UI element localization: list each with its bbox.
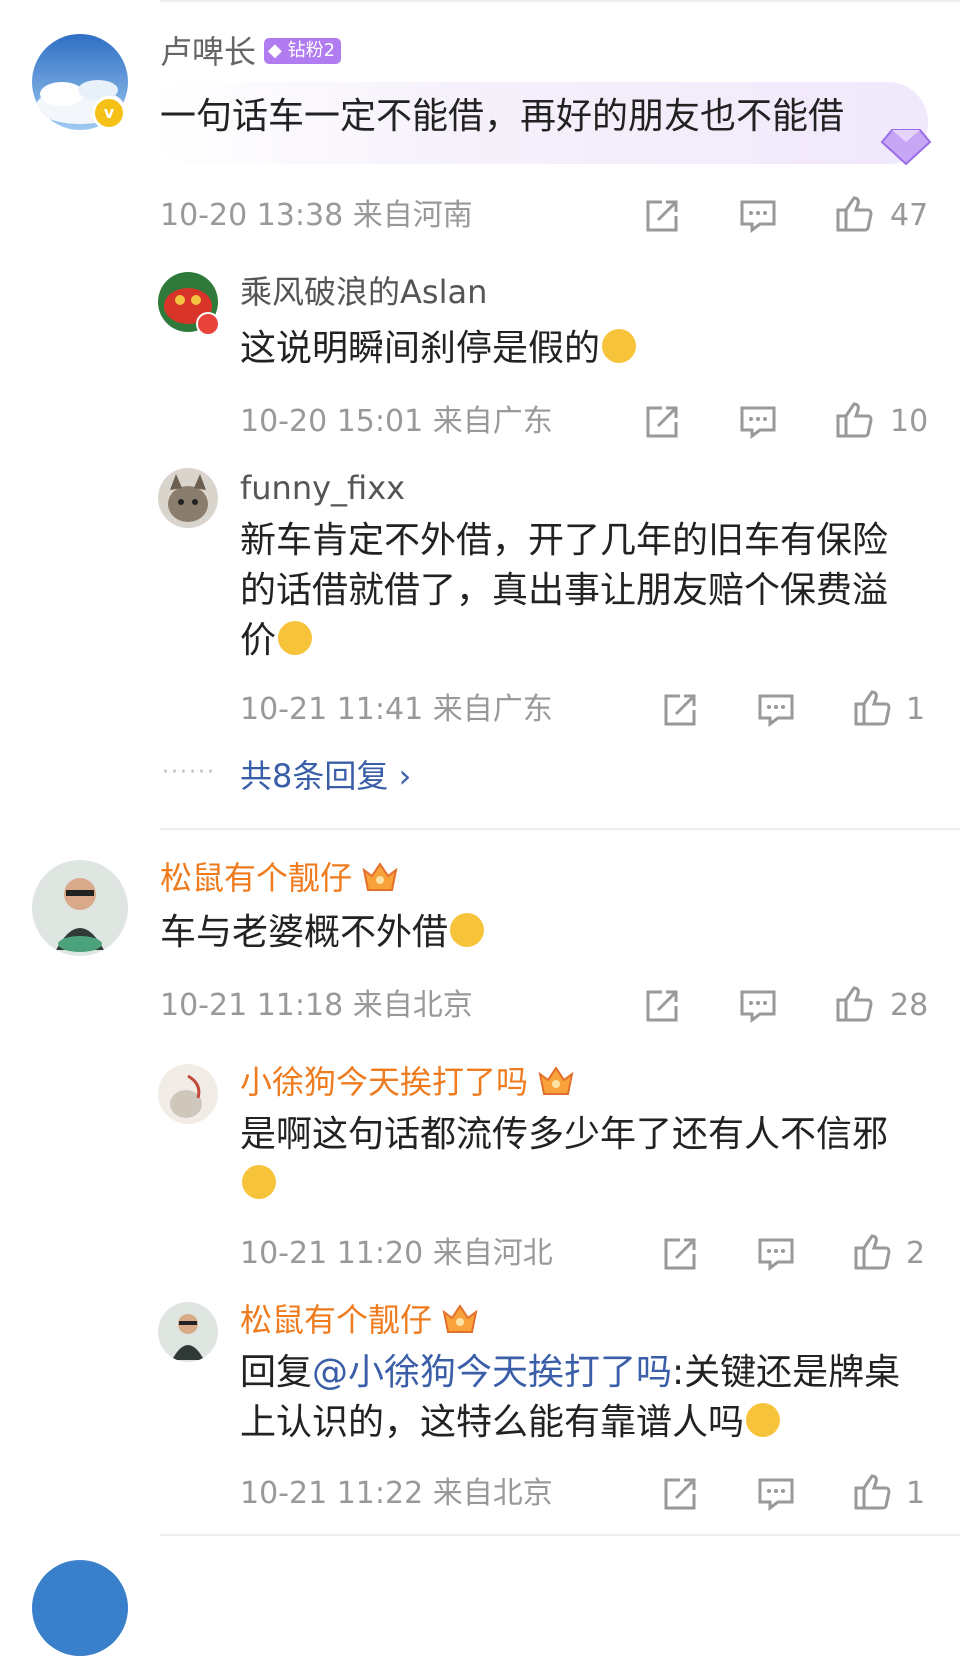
comment-icon[interactable] [756, 690, 796, 730]
reply-text: 是啊这句话都流传多少年了还有人不信邪 [240, 1110, 900, 1210]
view-more-replies-link[interactable]: 共8条回复 › [240, 756, 411, 796]
crown-badge-icon [442, 1304, 478, 1333]
share-icon[interactable] [642, 986, 682, 1026]
shocked-emoji-icon [450, 913, 485, 947]
comment-time-location: 10-21 11:18 来自北京 [160, 988, 473, 1023]
like-count: 2 [906, 1236, 926, 1271]
avatar[interactable] [158, 1302, 218, 1362]
like-count: 1 [906, 1476, 926, 1511]
username-text[interactable]: 小徐狗今天挨打了吗 [240, 1063, 528, 1101]
comment-icon[interactable] [738, 986, 778, 1026]
share-icon[interactable] [660, 690, 700, 730]
like-icon[interactable] [834, 984, 874, 1024]
like-icon[interactable] [852, 688, 892, 728]
comment-icon[interactable] [738, 402, 778, 442]
more-replies-dots: ······ [162, 760, 216, 785]
reply-text: 这说明瞬间刹停是假的 [240, 324, 920, 374]
like-icon[interactable] [852, 1232, 892, 1272]
comment-text: 一句话车一定不能借，再好的朋友也不能借 [160, 96, 845, 137]
comment-icon[interactable] [756, 1474, 796, 1514]
comment-username[interactable]: 卢啤长 ◆ 钻粉2 [160, 32, 342, 72]
cartoon-man-avatar-icon [158, 1302, 218, 1362]
comment-username[interactable]: 松鼠有个靓仔 [160, 858, 398, 898]
like-count: 1 [906, 692, 926, 727]
comment-text: 车与老婆概不外借 [160, 908, 920, 958]
share-icon[interactable] [642, 196, 682, 236]
comment-time-location: 10-20 13:38 来自河南 [160, 198, 473, 233]
crown-badge-icon [362, 862, 398, 891]
share-icon[interactable] [642, 402, 682, 442]
like-icon[interactable] [852, 1472, 892, 1512]
like-count: 10 [890, 404, 929, 439]
comment-icon[interactable] [738, 196, 778, 236]
username-text[interactable]: 卢啤长 [160, 33, 256, 71]
username-text[interactable]: 松鼠有个靓仔 [160, 859, 352, 897]
comment-divider [160, 828, 960, 830]
like-count: 47 [890, 198, 929, 233]
reply-username[interactable]: 松鼠有个靓仔 [240, 1300, 478, 1340]
avatar[interactable] [158, 1064, 218, 1124]
reply-time-location: 10-21 11:22 来自北京 [240, 1476, 553, 1511]
share-icon[interactable] [660, 1474, 700, 1514]
reply-time-location: 10-21 11:41 来自广东 [240, 692, 553, 727]
fan-level-badge: ◆ 钻粉2 [264, 38, 342, 64]
reply-text: 新车肯定不外借，开了几年的旧车有保险的话借就借了，真出事让朋友赔个保费溢价 [240, 520, 889, 661]
avatar[interactable] [158, 468, 218, 528]
smirk-emoji-icon [602, 329, 637, 363]
official-badge-icon [196, 312, 220, 336]
top-divider [160, 0, 960, 2]
bottom-divider [160, 1534, 960, 1536]
doge-emoji-icon [242, 1165, 276, 1199]
like-icon[interactable] [834, 400, 874, 440]
reply-time-location: 10-21 11:20 来自河北 [240, 1236, 553, 1271]
shocked-emoji-icon [746, 1403, 781, 1437]
comment-icon[interactable] [756, 1234, 796, 1274]
reply-username[interactable]: funny_fixx [240, 468, 405, 508]
like-icon[interactable] [834, 194, 874, 234]
avatar[interactable] [32, 1560, 128, 1656]
reply-text: 回复@小徐狗今天挨打了吗:关键还是牌桌上认识的，这特么能有靠谱人吗 [240, 1352, 901, 1443]
reply-time-location: 10-20 15:01 来自广东 [240, 404, 553, 439]
reply-username[interactable]: 乘风破浪的Aslan [240, 272, 487, 312]
like-count: 28 [890, 988, 929, 1023]
verified-badge-icon: v [92, 96, 126, 130]
cartoon-man-avatar-icon [32, 860, 128, 956]
username-text[interactable]: 松鼠有个靓仔 [240, 1301, 432, 1339]
share-icon[interactable] [660, 1234, 700, 1274]
cat-avatar-icon [158, 468, 218, 528]
avatar[interactable] [32, 860, 128, 956]
user-mention-link[interactable]: @小徐狗今天挨打了吗 [312, 1352, 672, 1393]
laughing-crying-emoji-icon [278, 621, 313, 655]
sketch-avatar-icon [158, 1064, 218, 1124]
diamond-decoration-icon [880, 129, 932, 166]
crown-badge-icon [538, 1066, 574, 1095]
reply-username[interactable]: 小徐狗今天挨打了吗 [240, 1062, 574, 1102]
